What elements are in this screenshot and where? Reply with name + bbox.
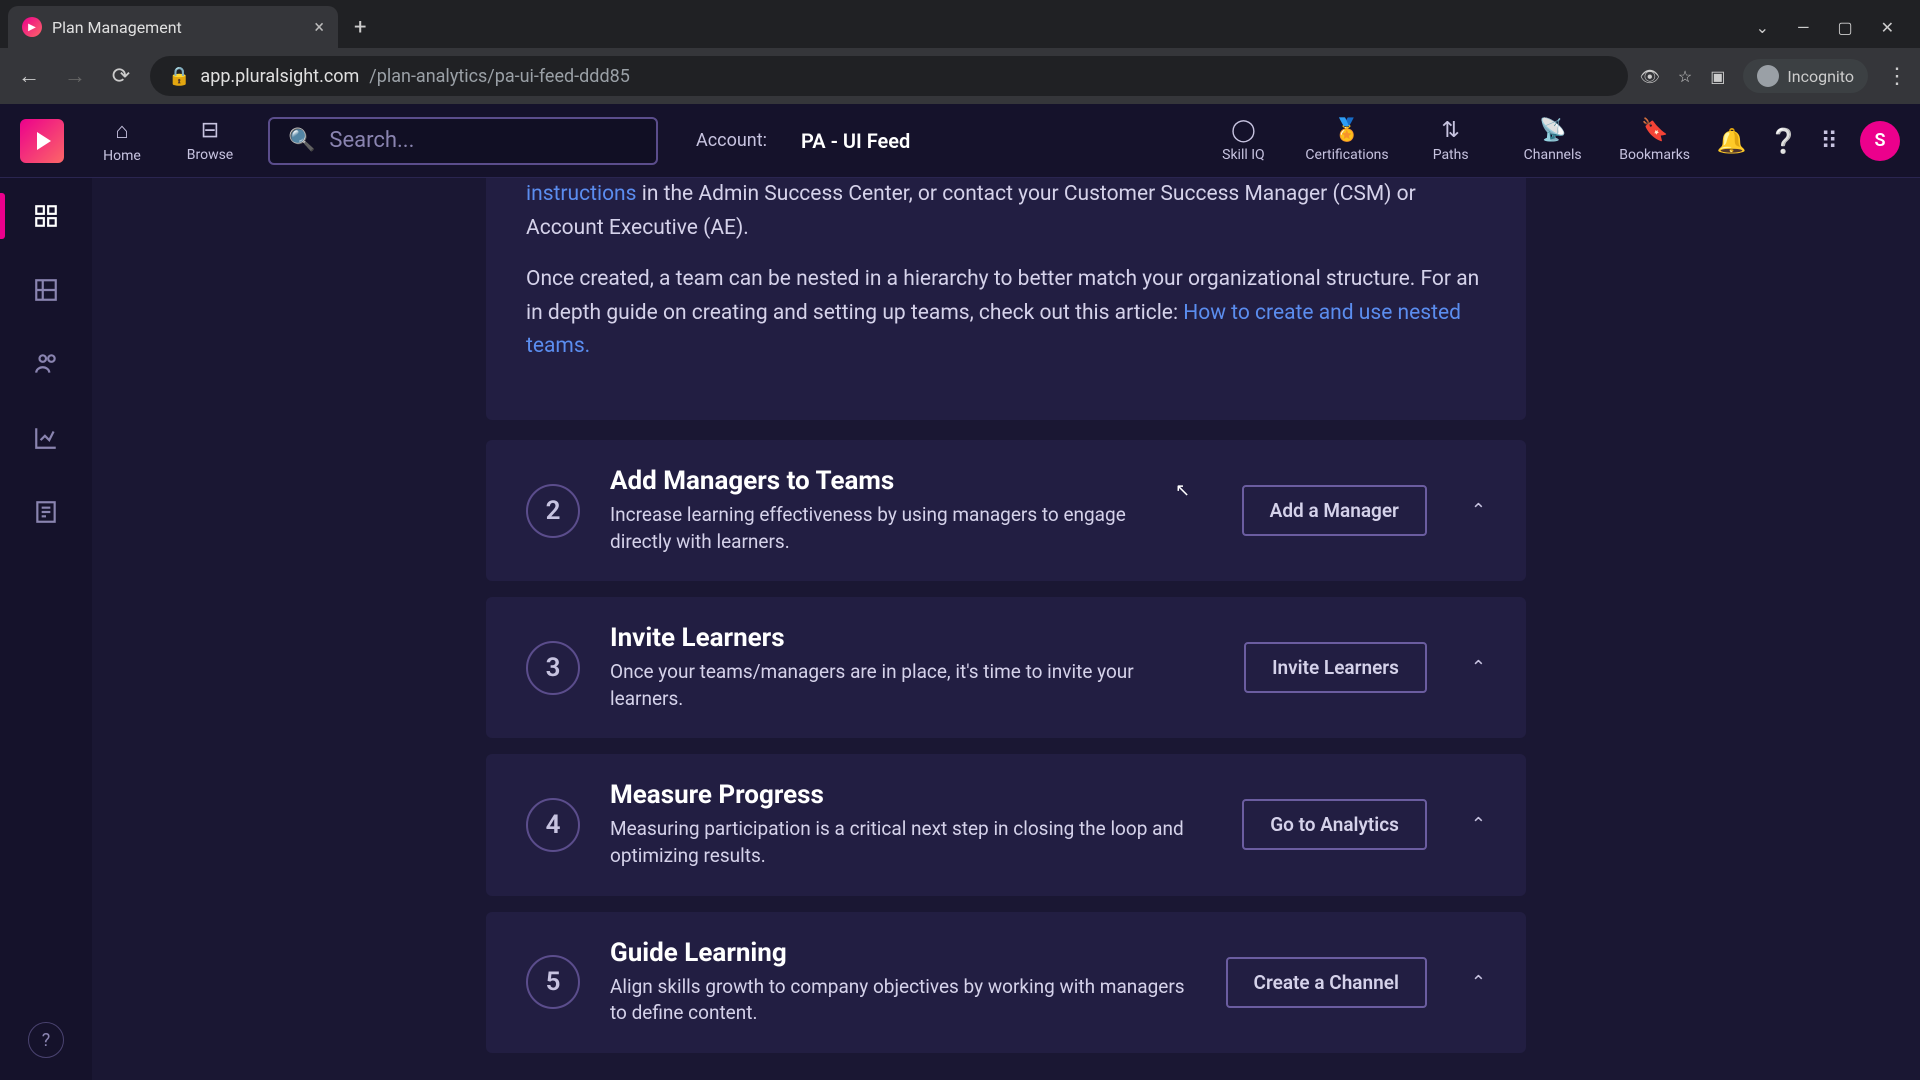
home-icon: ⌂ (115, 118, 128, 144)
sidebar-log[interactable] (26, 492, 66, 532)
nav-certifications[interactable]: 🏅 Certifications (1305, 118, 1388, 163)
url-host: app.pluralsight.com (200, 66, 359, 87)
nav-browse-label: Browse (187, 147, 233, 163)
kebab-icon[interactable]: ⋮ (1886, 64, 1908, 89)
new-tab-button[interactable]: + (344, 15, 376, 40)
browser-tab[interactable]: ▶ Plan Management × (8, 6, 338, 48)
chevron-down-icon[interactable]: ⌄ (1756, 18, 1769, 37)
people-icon (33, 351, 59, 377)
instructions-link[interactable]: instructions (526, 182, 637, 206)
certifications-icon: 🏅 (1333, 118, 1360, 143)
channels-icon: 📡 (1539, 118, 1566, 143)
nav-home-label: Home (103, 148, 141, 164)
step-number: 3 (526, 641, 580, 695)
chevron-up-icon[interactable]: ⌃ (1471, 657, 1486, 678)
invite-learners-button[interactable]: Invite Learners (1244, 642, 1427, 693)
account-label: Account: (696, 130, 767, 151)
org-icon (33, 277, 59, 303)
app-logo[interactable] (20, 119, 64, 163)
chevron-up-icon[interactable]: ⌃ (1471, 814, 1486, 835)
avatar[interactable]: S (1860, 121, 1900, 161)
bookmarks-icon: 🔖 (1641, 118, 1668, 143)
app-header: ⌂ Home ⊟ Browse 🔍 Account: PA - UI Feed … (0, 104, 1920, 178)
step-title: Add Managers to Teams (610, 466, 1212, 496)
step-title: Guide Learning (610, 938, 1196, 968)
step-title: Measure Progress (610, 780, 1212, 810)
nav-bookmarks[interactable]: 🔖 Bookmarks (1615, 118, 1695, 163)
step-title: Invite Learners (610, 623, 1214, 653)
nav-browse[interactable]: ⊟ Browse (180, 118, 240, 163)
step-card-5: 5 Guide Learning Align skills growth to … (486, 912, 1526, 1053)
step-card-4: 4 Measure Progress Measuring participati… (486, 754, 1526, 895)
step-desc: Align skills growth to company objective… (610, 974, 1190, 1027)
step-desc: Once your teams/managers are in place, i… (610, 659, 1190, 712)
main-content: instructions in the Admin Success Center… (92, 178, 1920, 1080)
incognito-chip[interactable]: Incognito (1743, 59, 1868, 93)
search-input[interactable] (329, 128, 638, 153)
minimize-icon[interactable]: ― (1797, 18, 1810, 37)
forward-button[interactable]: → (58, 59, 92, 93)
lock-icon: 🔒 (168, 66, 190, 87)
sidebar-help[interactable]: ? (28, 1022, 64, 1058)
star-icon[interactable]: ☆ (1678, 67, 1692, 86)
tab-favicon: ▶ (22, 17, 42, 37)
address-bar: ← → ⟳ 🔒 app.pluralsight.com/plan-analyti… (0, 48, 1920, 104)
extensions-icon[interactable]: ▣ (1710, 67, 1725, 86)
nav-paths-label: Paths (1433, 147, 1469, 163)
paths-icon: ⇅ (1441, 118, 1459, 143)
nav-channels-label: Channels (1524, 147, 1582, 163)
window-controls: ⌄ ― ▢ ✕ (1756, 18, 1912, 37)
create-channel-button[interactable]: Create a Channel (1226, 957, 1427, 1008)
nav-skill-iq[interactable]: ◯ Skill IQ (1203, 118, 1283, 163)
nav-paths[interactable]: ⇅ Paths (1411, 118, 1491, 163)
search-box[interactable]: 🔍 (268, 117, 658, 165)
browse-icon: ⊟ (201, 118, 219, 143)
log-icon (33, 499, 59, 525)
intro-para2: Once created, a team can be nested in a … (526, 263, 1486, 364)
sidebar-dashboard[interactable] (26, 196, 66, 236)
account-name: PA - UI Feed (801, 129, 910, 153)
intro-para1: instructions in the Admin Success Center… (526, 178, 1486, 245)
incognito-icon (1757, 65, 1779, 87)
step-number: 4 (526, 798, 580, 852)
nav-certifications-label: Certifications (1305, 147, 1388, 163)
dashboard-icon (33, 203, 59, 229)
step-card-3: 3 Invite Learners Once your teams/manage… (486, 597, 1526, 738)
incognito-label: Incognito (1787, 67, 1854, 86)
maximize-icon[interactable]: ▢ (1837, 18, 1852, 37)
sidebar-people[interactable] (26, 344, 66, 384)
back-button[interactable]: ← (12, 59, 46, 93)
tab-title: Plan Management (52, 18, 304, 37)
step-desc: Measuring participation is a critical ne… (610, 816, 1190, 869)
step-desc: Increase learning effectiveness by using… (610, 502, 1190, 555)
intro-block: instructions in the Admin Success Center… (486, 178, 1526, 420)
add-manager-button[interactable]: Add a Manager (1242, 485, 1427, 536)
url-path: /plan-analytics/pa-ui-feed-ddd85 (369, 66, 630, 87)
nav-skill-iq-label: Skill IQ (1222, 147, 1265, 163)
sidebar: ? (0, 178, 92, 1080)
sidebar-org[interactable] (26, 270, 66, 310)
nav-home[interactable]: ⌂ Home (92, 118, 152, 164)
close-window-icon[interactable]: ✕ (1881, 18, 1894, 37)
browser-tab-bar: ▶ Plan Management × + ⌄ ― ▢ ✕ (0, 0, 1920, 48)
reload-button[interactable]: ⟳ (104, 59, 138, 93)
apps-grid-icon[interactable]: ⠿ (1820, 127, 1838, 155)
url-field[interactable]: 🔒 app.pluralsight.com/plan-analytics/pa-… (150, 56, 1628, 96)
analytics-icon (33, 425, 59, 451)
skill-iq-icon: ◯ (1231, 118, 1256, 143)
sidebar-analytics[interactable] (26, 418, 66, 458)
step-card-2: 2 Add Managers to Teams Increase learnin… (486, 440, 1526, 581)
help-icon[interactable]: ❔ (1769, 127, 1799, 155)
bell-icon[interactable]: 🔔 (1717, 127, 1747, 155)
chevron-up-icon[interactable]: ⌃ (1471, 500, 1486, 521)
step-number: 5 (526, 955, 580, 1009)
nav-channels[interactable]: 📡 Channels (1513, 118, 1593, 163)
eye-off-icon[interactable]: 👁 (1640, 67, 1660, 86)
nav-bookmarks-label: Bookmarks (1619, 147, 1690, 163)
step-number: 2 (526, 484, 580, 538)
chevron-up-icon[interactable]: ⌃ (1471, 972, 1486, 993)
go-to-analytics-button[interactable]: Go to Analytics (1242, 799, 1427, 850)
search-icon: 🔍 (288, 128, 315, 153)
close-icon[interactable]: × (314, 17, 324, 38)
